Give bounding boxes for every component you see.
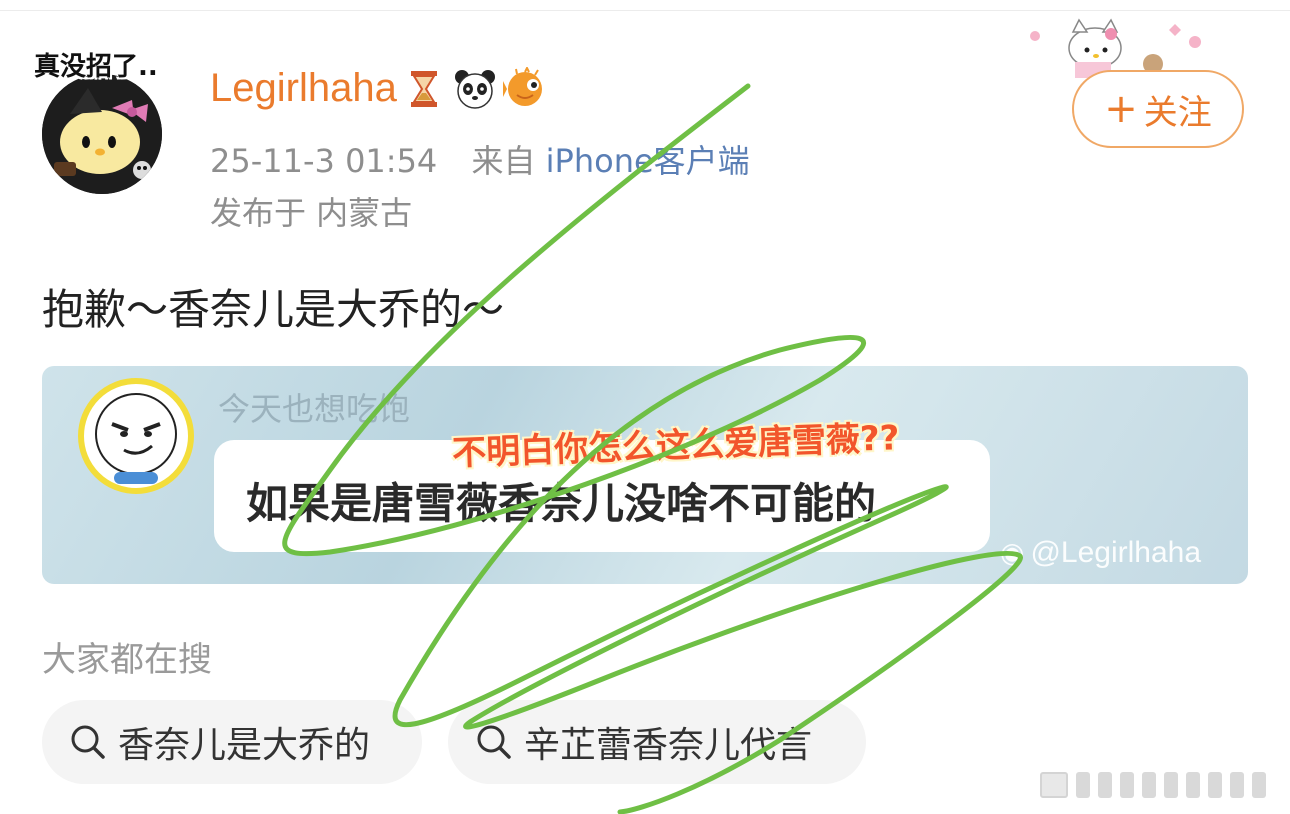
- post-text: 抱歉～香奈儿是大乔的～: [42, 285, 505, 334]
- source-prefix: 来自: [471, 142, 536, 180]
- avatar-image: [42, 74, 162, 194]
- post-image[interactable]: 今天也想吃饱 如果是唐雪薇香奈儿没啥不可能的 不明白你怎么这么爱唐雪薇?? ◉ @…: [42, 366, 1248, 584]
- smirk-face-icon: [95, 393, 177, 484]
- search-icon: [477, 725, 511, 759]
- commenter-avatar: [78, 378, 194, 494]
- search-chip-label: 香奈儿是大乔的: [118, 725, 371, 766]
- search-chip[interactable]: 香奈儿是大乔的: [42, 700, 422, 784]
- post-location: 发布于 内蒙古: [210, 194, 413, 232]
- post-time: 25-11-3 01:54: [210, 142, 438, 180]
- search-chip[interactable]: 辛芷蕾香奈儿代言: [448, 700, 866, 784]
- avatar[interactable]: 真没招了..: [30, 40, 180, 194]
- pufferfish-icon: [502, 66, 542, 106]
- follow-button[interactable]: + 关注: [1072, 70, 1244, 148]
- username-row: Legirlhaha: [210, 66, 547, 111]
- image-page-indicator: [1040, 772, 1266, 798]
- hello-kitty-avatar-icon: [42, 74, 162, 194]
- hourglass-icon: [410, 70, 437, 107]
- image-watermark: ◉ @Legirlhaha: [1000, 536, 1201, 570]
- panda-icon: [454, 69, 495, 109]
- follow-label: 关注: [1143, 92, 1212, 133]
- post-meta: 25-11-3 01:54 来自 iPhone客户端: [210, 136, 750, 182]
- comment-text: 如果是唐雪薇香奈儿没啥不可能的: [246, 479, 877, 528]
- plus-icon: +: [1104, 86, 1138, 132]
- weibo-logo-icon: ◉: [1000, 537, 1025, 568]
- avatar-caption: 真没招了..: [34, 52, 158, 82]
- search-heading: 大家都在搜: [42, 640, 212, 680]
- source-client-link[interactable]: iPhone客户端: [546, 142, 750, 180]
- username[interactable]: Legirlhaha: [210, 66, 397, 111]
- top-divider: [0, 10, 1290, 11]
- commenter-name: 今天也想吃饱: [218, 390, 411, 428]
- weibo-post-screen: 真没招了.. Legirlhaha 25-11-3 01:54 来自 iPhon…: [0, 0, 1290, 814]
- watermark-text: @Legirlhaha: [1030, 536, 1202, 569]
- search-icon: [71, 725, 105, 759]
- search-chip-label: 辛芷蕾香奈儿代言: [524, 725, 813, 766]
